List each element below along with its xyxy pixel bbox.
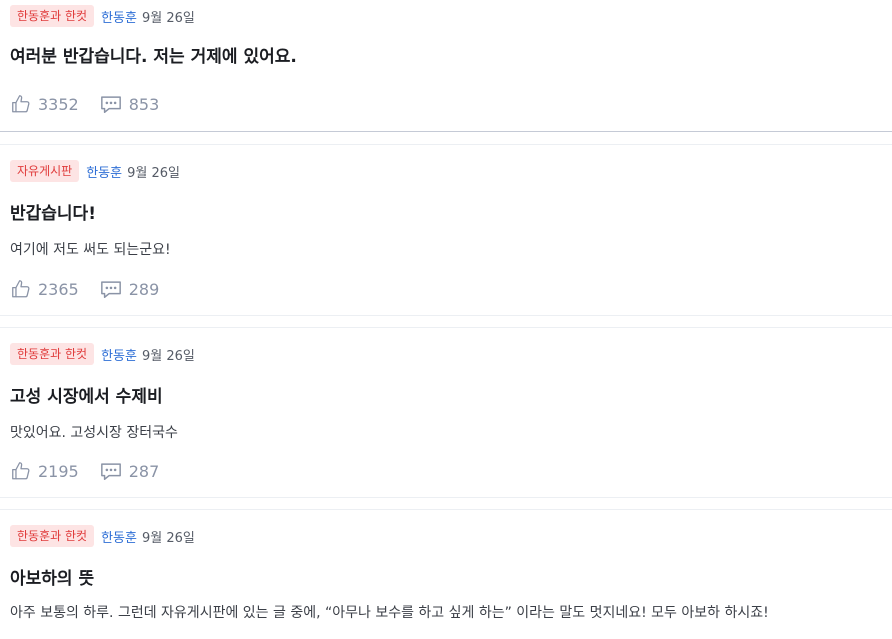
- category-badge[interactable]: 한동훈과 한컷: [10, 525, 95, 547]
- author-link[interactable]: 한동훈: [101, 7, 137, 26]
- post-excerpt: 아주 보통의 하루. 그런데 자유게시판에 있는 글 중에, “아무나 보수를 …: [10, 605, 769, 621]
- post-card[interactable]: 자유게시판 한동훈 9월 26일 반갑습니다! 여기에 저도 써도 되는군요! …: [0, 144, 892, 316]
- post-date: 9월 26일: [141, 530, 195, 546]
- post-date: 9월 26일: [141, 10, 195, 26]
- comment-count: 287: [128, 461, 160, 481]
- comment-count: 289: [128, 279, 160, 299]
- post-date: 9월 26일: [127, 165, 180, 181]
- post-stats: 2365 289: [10, 277, 159, 301]
- post-excerpt: 여기에 저도 써도 되는군요!: [10, 242, 171, 258]
- post-title[interactable]: 아보하의 뜻: [10, 564, 94, 589]
- comment-count: 853: [128, 94, 160, 114]
- thumbs-up-icon: [10, 278, 32, 300]
- thumbs-up-icon: [10, 460, 32, 482]
- comment-button[interactable]: 287: [99, 460, 160, 482]
- post-card[interactable]: 한동훈과 한컷 한동훈 9월 26일 여러분 반갑습니다. 저는 거제에 있어요…: [0, 0, 892, 132]
- like-button[interactable]: 2195: [10, 460, 79, 482]
- comment-bubble-icon: [99, 93, 123, 115]
- like-count: 2195: [38, 461, 79, 481]
- comment-button[interactable]: 853: [99, 93, 160, 115]
- post-card[interactable]: 한동훈과 한컷 한동훈 9월 26일 고성 시장에서 수제비 맛있어요. 고성시…: [0, 327, 892, 498]
- comment-bubble-icon: [99, 278, 123, 300]
- post-excerpt: 맛있어요. 고성시장 장터국수: [10, 425, 178, 441]
- thumbs-up-icon: [10, 93, 32, 115]
- author-link[interactable]: 한동훈: [86, 162, 122, 181]
- like-button[interactable]: 2365: [10, 278, 79, 300]
- post-meta: 한동훈과 한컷 한동훈 9월 26일: [10, 524, 195, 548]
- like-count: 2365: [38, 279, 79, 299]
- category-badge[interactable]: 한동훈과 한컷: [10, 5, 95, 27]
- post-stats: 2195 287: [10, 459, 159, 483]
- post-title[interactable]: 반갑습니다!: [10, 199, 96, 224]
- category-badge[interactable]: 한동훈과 한컷: [10, 343, 95, 365]
- post-meta: 한동훈과 한컷 한동훈 9월 26일: [10, 4, 195, 28]
- post-title[interactable]: 여러분 반갑습니다. 저는 거제에 있어요.: [10, 42, 297, 67]
- category-badge[interactable]: 자유게시판: [10, 160, 80, 182]
- post-stats: 3352 853: [10, 92, 159, 116]
- author-link[interactable]: 한동훈: [101, 345, 137, 364]
- comment-button[interactable]: 289: [99, 278, 160, 300]
- like-count: 3352: [38, 94, 79, 114]
- post-title[interactable]: 고성 시장에서 수제비: [10, 382, 163, 407]
- post-date: 9월 26일: [141, 348, 195, 364]
- like-button[interactable]: 3352: [10, 93, 79, 115]
- comment-bubble-icon: [99, 460, 123, 482]
- post-feed: 한동훈과 한컷 한동훈 9월 26일 여러분 반갑습니다. 저는 거제에 있어요…: [0, 0, 892, 639]
- post-meta: 한동훈과 한컷 한동훈 9월 26일: [10, 342, 195, 366]
- post-meta: 자유게시판 한동훈 9월 26일: [10, 159, 180, 183]
- post-card[interactable]: 한동훈과 한컷 한동훈 9월 26일 아보하의 뜻 아주 보통의 하루. 그런데…: [0, 509, 892, 639]
- author-link[interactable]: 한동훈: [101, 527, 137, 546]
